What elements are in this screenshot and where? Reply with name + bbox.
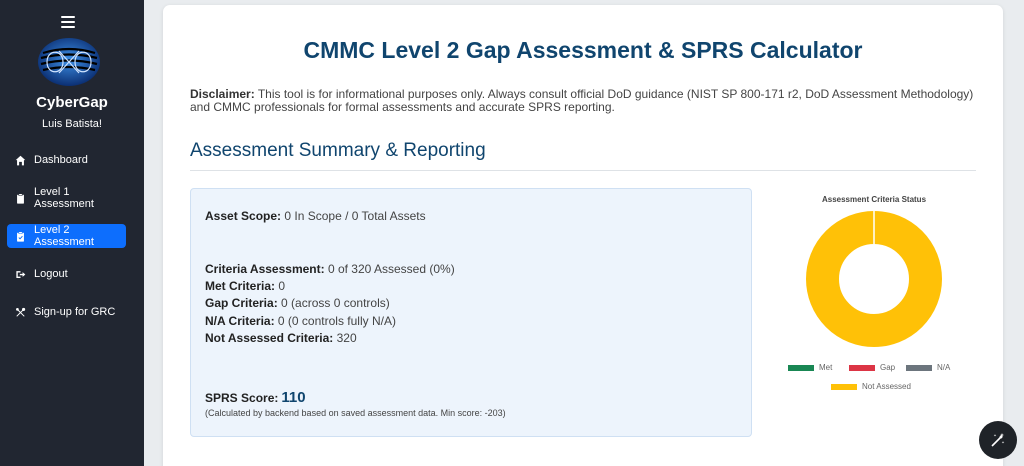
sidebar-item-label: Sign-up for GRC [34,306,116,318]
main-card: CMMC Level 2 Gap Assessment & SPRS Calcu… [163,5,1003,466]
legend-item-met[interactable]: Met [788,363,832,372]
legend-label: Not Assessed [862,382,911,391]
not-assessed-label: Not Assessed Criteria: [205,331,334,345]
na-criteria-label: N/A Criteria: [205,314,275,328]
donut-chart [806,211,942,347]
legend-label: Gap [880,363,896,372]
sprs-score-label: SPRS Score: [205,391,279,405]
sidebar-item-label: Level 1 Assessment [34,186,94,210]
sprs-score-line: SPRS Score: 110 [205,389,306,406]
criteria-status-chart: Assessment Criteria Status Met Gap N/A Not … [788,193,950,398]
met-criteria-label: Met Criteria: [205,279,276,293]
sprs-note: (Calculated by backend based on saved as… [205,408,506,418]
sidebar-item-label: Logout [34,268,68,280]
legend-swatch [906,364,932,371]
magic-wand-button[interactable] [979,421,1017,459]
criteria-assessment-value: 0 of 320 Assessed (0%) [327,262,455,276]
brand-name: CyberGap [36,94,108,111]
asset-scope-value: 0 In Scope / 0 Total Assets [284,209,426,223]
legend-item-not-assessed[interactable]: Not Assessed [831,382,911,391]
page-title: CMMC Level 2 Gap Assessment & SPRS Calcu… [303,37,863,63]
gap-criteria-label: Gap Criteria: [205,296,278,310]
section-heading: Assessment Summary & Reporting [190,140,486,161]
chart-title: Assessment Criteria Status [821,195,927,204]
divider [190,170,976,171]
legend-swatch [831,383,857,390]
sidebar: CyberGap Luis Batista! Dashboard Level 1… [0,0,144,466]
tools-icon [16,307,26,317]
magic-wand-icon [991,433,1005,447]
not-assessed-value: 320 [336,331,357,345]
asset-scope-line: Asset Scope: 0 In Scope / 0 Total Assets [205,209,426,223]
sidebar-item-label: Level 2 Assessment [34,224,94,248]
sprs-score-value: 110 [281,389,306,406]
criteria-assessment-line: Criteria Assessment: 0 of 320 Assessed (… [205,262,455,276]
disclaimer: Disclaimer: This tool is for information… [190,88,980,114]
sidebar-item-dashboard[interactable]: Dashboard [7,148,126,172]
na-criteria-value: 0 (0 controls fully N/A) [277,314,396,328]
legend-item-n-a[interactable]: N/A [906,363,950,372]
legend-label: N/A [937,363,951,372]
cybergap-logo [38,38,100,86]
legend-label: Met [819,363,833,372]
home-icon [15,155,26,165]
sidebar-item-sign-up-for-grc[interactable]: Sign-up for GRC [7,300,126,324]
not-assessed-line: Not Assessed Criteria: 320 [205,331,357,345]
user-name: Luis Batista! [42,118,102,130]
disclaimer-text: This tool is for informational purposes … [190,87,974,114]
clipboard-check-icon [17,230,24,242]
gap-criteria-line: Gap Criteria: 0 (across 0 controls) [205,296,390,310]
met-criteria-line: Met Criteria: 0 [205,279,285,293]
clipboard-icon [17,192,24,204]
sign-out-icon [16,270,26,278]
criteria-assessment-label: Criteria Assessment: [205,262,325,276]
sidebar-item-label: Dashboard [34,154,88,166]
disclaimer-label: Disclaimer: [190,87,255,101]
sidebar-item-level-1-assessment[interactable]: Level 1 Assessment [7,186,126,210]
sidebar-item-logout[interactable]: Logout [7,262,126,286]
hamburger-menu-icon[interactable] [61,16,75,28]
sidebar-item-level-2-assessment[interactable]: Level 2 Assessment [7,224,126,248]
na-criteria-line: N/A Criteria: 0 (0 controls fully N/A) [205,314,396,328]
summary-panel: Asset Scope: 0 In Scope / 0 Total Assets… [190,188,752,437]
asset-scope-label: Asset Scope: [205,209,282,223]
met-criteria-value: 0 [278,279,286,293]
legend-swatch [788,364,814,371]
legend-swatch [849,364,875,371]
legend-item-gap[interactable]: Gap [849,363,895,372]
gap-criteria-value: 0 (across 0 controls) [281,296,390,310]
